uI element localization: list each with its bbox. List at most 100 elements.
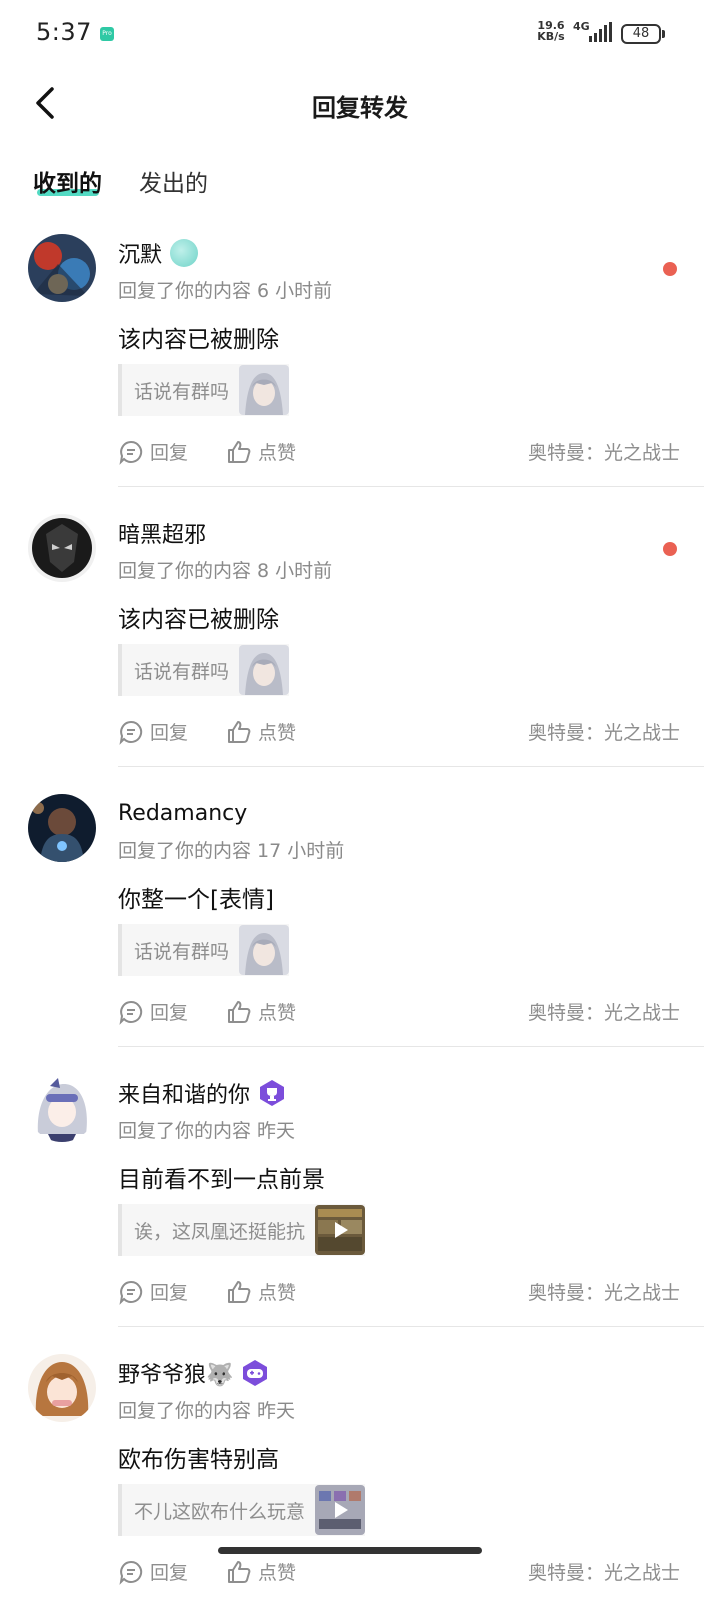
avatar[interactable]: [28, 234, 96, 302]
reply-content[interactable]: 该内容已被删除: [118, 600, 279, 634]
avatar[interactable]: [28, 1354, 96, 1422]
reply-meta: 回复了你的内容 8 小时前: [118, 560, 333, 582]
quoted-text: 话说有群吗: [134, 380, 230, 403]
reply-content[interactable]: 你整一个[表情]: [118, 880, 274, 914]
unread-dot: [663, 542, 677, 556]
list-item[interactable]: 来自和谐的你 回复了你的内容 昨天 目前看不到一点前景 诶，这凤凰还挺能抗 回复…: [0, 1060, 720, 1340]
comment-icon: [119, 440, 143, 465]
home-indicator[interactable]: [218, 1547, 482, 1554]
quoted-text: 话说有群吗: [134, 940, 230, 963]
username-text: 野爷爷狼🐺: [118, 1363, 234, 1388]
like-button[interactable]: 点赞: [226, 998, 296, 1025]
reply-button[interactable]: 回复: [118, 998, 188, 1025]
list-item[interactable]: 野爷爷狼🐺 回复了你的内容 昨天 欧布伤害特别高 不儿这欧布什么玩意 回复 点赞…: [0, 1340, 720, 1601]
avatar[interactable]: [28, 1074, 96, 1142]
reply-meta: 回复了你的内容 17 小时前: [118, 840, 345, 862]
reply-button[interactable]: 回复: [118, 1558, 188, 1585]
source-game[interactable]: 奥特曼：光之战士: [528, 998, 680, 1025]
reply-content[interactable]: 该内容已被删除: [118, 320, 279, 354]
list-item[interactable]: Redamancy 回复了你的内容 17 小时前 你整一个[表情] 话说有群吗: [0, 780, 720, 1060]
like-button[interactable]: 点赞: [226, 1278, 296, 1305]
avatar[interactable]: [28, 514, 96, 582]
comment-icon: [119, 1000, 143, 1025]
reply-button[interactable]: 回复: [118, 718, 188, 745]
quoted-post[interactable]: 话说有群吗: [118, 364, 290, 416]
quoted-text: 不儿这欧布什么玩意: [134, 1500, 306, 1523]
like-label: 点赞: [258, 722, 297, 744]
reply-label: 回复: [150, 1562, 189, 1584]
network-speed: 19.6 KB/s: [535, 20, 567, 42]
thumbs-up-icon: [228, 720, 251, 743]
quoted-video-thumbnail: [315, 1485, 366, 1535]
reply-label: 回复: [150, 442, 189, 464]
quoted-post[interactable]: 不儿这欧布什么玩意: [118, 1484, 366, 1536]
username-text: 沉默: [118, 243, 163, 268]
quoted-post[interactable]: 诶，这凤凰还挺能抗: [118, 1204, 366, 1256]
username[interactable]: 沉默: [118, 238, 199, 268]
app-notification-icon: Pro: [100, 27, 114, 41]
username[interactable]: 来自和谐的你: [118, 1078, 286, 1108]
quoted-text: 诶，这凤凰还挺能抗: [134, 1220, 306, 1243]
reply-meta: 回复了你的内容 昨天: [118, 1120, 296, 1142]
action-row: 回复 点赞 奥特曼：光之战士: [118, 998, 680, 1028]
quoted-thumbnail: [239, 925, 290, 975]
comment-icon: [119, 1560, 143, 1585]
reply-content[interactable]: 目前看不到一点前景: [118, 1160, 325, 1194]
signal-icon: [589, 22, 612, 42]
source-game[interactable]: 奥特曼：光之战士: [528, 1278, 680, 1305]
thumbs-up-icon: [228, 1280, 251, 1303]
action-row: 回复 点赞 奥特曼：光之战士: [118, 718, 680, 748]
quoted-thumbnail: [239, 365, 290, 415]
username-text: 暗黑超邪: [118, 523, 207, 548]
page-title: 回复转发: [312, 94, 408, 122]
reply-button[interactable]: 回复: [118, 438, 188, 465]
reply-button[interactable]: 回复: [118, 1278, 188, 1305]
tab-sent[interactable]: 发出的: [139, 164, 208, 198]
username[interactable]: Redamancy: [118, 798, 247, 828]
purple-gamepad-badge-icon: [243, 1360, 268, 1386]
username[interactable]: 野爷爷狼🐺: [118, 1358, 269, 1388]
source-game[interactable]: 奥特曼：光之战士: [528, 718, 680, 745]
tab-received[interactable]: 收到的: [33, 164, 102, 198]
battery-tip: [662, 30, 665, 38]
like-label: 点赞: [258, 1002, 297, 1024]
like-label: 点赞: [258, 1562, 297, 1584]
like-button[interactable]: 点赞: [226, 718, 296, 745]
reply-feed: 沉默 回复了你的内容 6 小时前 该内容已被删除 话说有群吗 回复 点赞 奥特曼…: [0, 220, 720, 1601]
reply-label: 回复: [150, 722, 189, 744]
status-time: 5:37: [36, 18, 92, 46]
divider: [118, 1046, 704, 1047]
thumbs-up-icon: [228, 1560, 251, 1583]
reply-label: 回复: [150, 1282, 189, 1304]
nav-bar: 回复转发: [0, 70, 720, 136]
quoted-post[interactable]: 话说有群吗: [118, 924, 290, 976]
thumbs-up-icon: [228, 440, 251, 463]
reply-label: 回复: [150, 1002, 189, 1024]
purple-trophy-badge-icon: [260, 1080, 285, 1106]
divider: [118, 486, 704, 487]
network-speed-unit: KB/s: [537, 30, 565, 43]
thumbs-up-icon: [228, 1000, 251, 1023]
username[interactable]: 暗黑超邪: [118, 518, 206, 548]
avatar[interactable]: [28, 794, 96, 862]
username-text: 来自和谐的你: [118, 1083, 251, 1108]
like-button[interactable]: 点赞: [226, 438, 296, 465]
divider: [118, 1326, 704, 1327]
like-label: 点赞: [258, 1282, 297, 1304]
reply-content[interactable]: 欧布伤害特别高: [118, 1440, 279, 1474]
reply-meta: 回复了你的内容 6 小时前: [118, 280, 333, 302]
quoted-text: 话说有群吗: [134, 660, 230, 683]
reply-meta: 回复了你的内容 昨天: [118, 1400, 296, 1422]
play-icon: [335, 1502, 349, 1518]
action-row: 回复 点赞 奥特曼：光之战士: [118, 1558, 680, 1588]
source-game[interactable]: 奥特曼：光之战士: [528, 1558, 680, 1585]
quoted-post[interactable]: 话说有群吗: [118, 644, 290, 696]
quoted-thumbnail: [239, 645, 290, 695]
like-button[interactable]: 点赞: [226, 1558, 296, 1585]
source-game[interactable]: 奥特曼：光之战士: [528, 438, 680, 465]
comment-icon: [119, 720, 143, 745]
list-item[interactable]: 沉默 回复了你的内容 6 小时前 该内容已被删除 话说有群吗 回复 点赞 奥特曼…: [0, 220, 720, 500]
list-item[interactable]: 暗黑超邪 回复了你的内容 8 小时前 该内容已被删除 话说有群吗 回复 点赞 奥…: [0, 500, 720, 780]
battery-icon: 48: [621, 24, 661, 44]
battery-level: 48: [632, 26, 650, 41]
